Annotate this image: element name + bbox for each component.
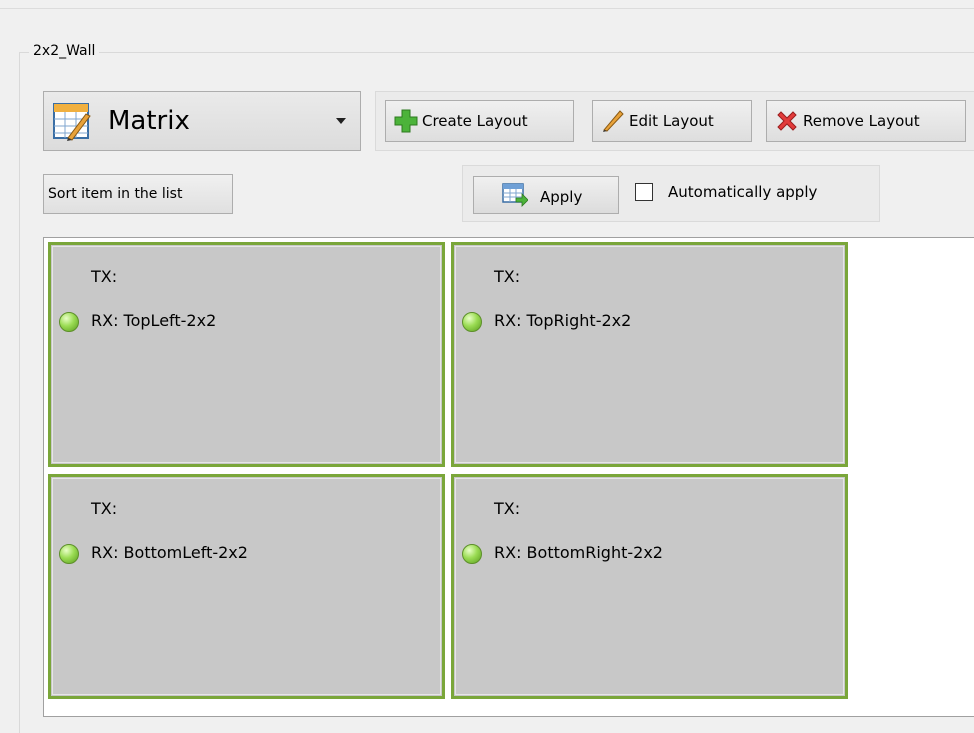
edit-layout-label: Edit Layout [629, 112, 714, 130]
tx-label: TX: [91, 267, 118, 286]
status-led-icon [462, 312, 482, 332]
chevron-down-icon [336, 118, 346, 124]
remove-layout-button[interactable]: Remove Layout [766, 100, 966, 142]
plus-icon [394, 109, 418, 133]
top-divider [0, 8, 974, 9]
tx-label: TX: [91, 499, 118, 518]
status-led-icon [59, 544, 79, 564]
edit-layout-button[interactable]: Edit Layout [592, 100, 752, 142]
auto-apply-label: Automatically apply [668, 183, 818, 201]
layout-select[interactable]: Matrix [43, 91, 361, 151]
apply-label: Apply [540, 188, 583, 206]
auto-apply-checkbox[interactable] [635, 183, 653, 201]
matrix-grid-pencil-icon [53, 103, 91, 141]
rx-label: RX: BottomLeft-2x2 [91, 543, 248, 562]
status-led-icon [462, 544, 482, 564]
pencil-icon [603, 110, 624, 132]
wall-cell-top-left[interactable]: TX: RX: TopLeft-2x2 [48, 242, 445, 467]
group-title: 2x2_Wall [29, 40, 100, 62]
status-led-icon [59, 312, 79, 332]
wall-cell-top-right[interactable]: TX: RX: TopRight-2x2 [451, 242, 848, 467]
red-x-icon [777, 111, 797, 131]
sort-items-button[interactable]: Sort item in the list [43, 174, 233, 214]
tx-label: TX: [494, 267, 521, 286]
wall-cell-bottom-left[interactable]: TX: RX: BottomLeft-2x2 [48, 474, 445, 699]
wall-cell-bottom-right[interactable]: TX: RX: BottomRight-2x2 [451, 474, 848, 699]
rx-label: RX: TopRight-2x2 [494, 311, 632, 330]
apply-button[interactable]: Apply [473, 176, 619, 214]
create-layout-label: Create Layout [422, 112, 528, 130]
apply-grid-icon [502, 183, 528, 207]
tx-label: TX: [494, 499, 521, 518]
rx-label: RX: BottomRight-2x2 [494, 543, 663, 562]
create-layout-button[interactable]: Create Layout [385, 100, 574, 142]
remove-layout-label: Remove Layout [803, 112, 920, 130]
rx-label: RX: TopLeft-2x2 [91, 311, 217, 330]
layout-select-value: Matrix [108, 106, 190, 136]
